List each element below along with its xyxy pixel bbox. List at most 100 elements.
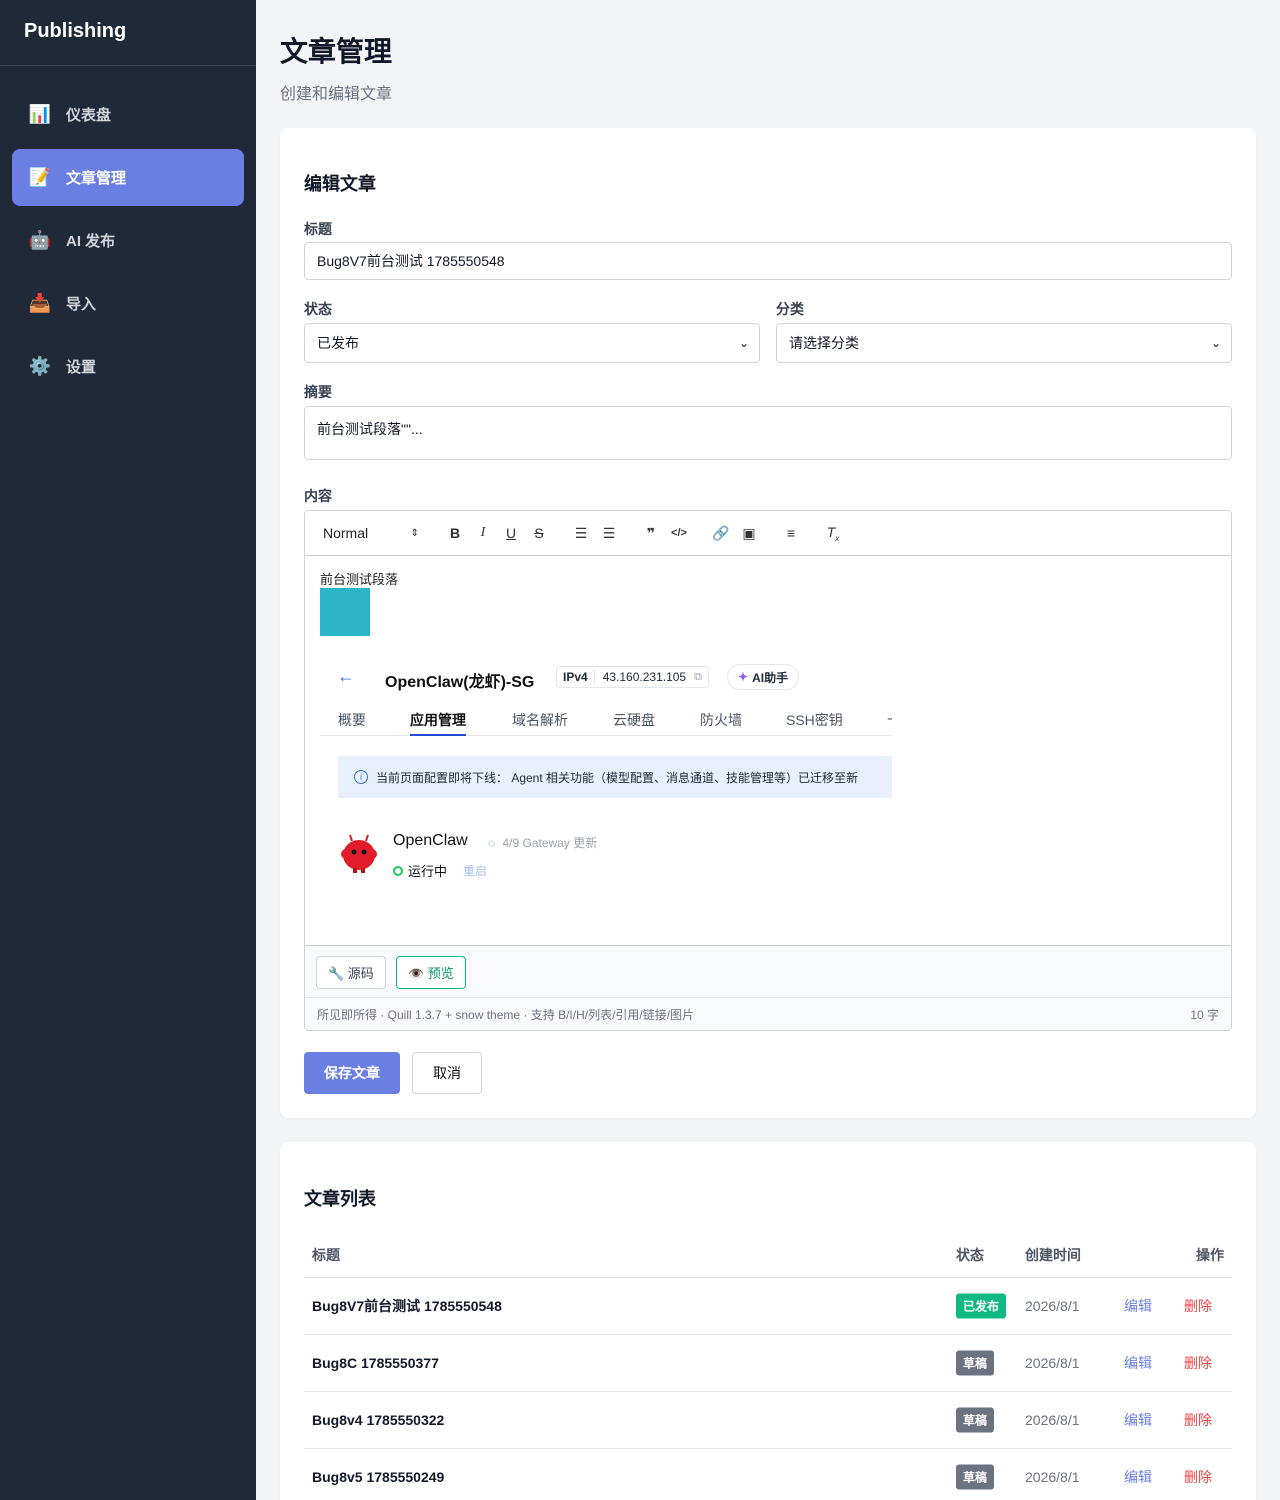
spinner-icon: ◌ xyxy=(488,836,496,850)
align-icon[interactable]: ≡ xyxy=(777,525,805,541)
update-text: 4/9 Gateway 更新 xyxy=(502,836,598,850)
row-title: Bug8v5 1785550249 xyxy=(312,1469,445,1485)
table-row: Bug8v4 1785550322 草稿 2026/8/1 编辑 删除 xyxy=(304,1392,1232,1449)
image-icon[interactable]: ▣ xyxy=(735,525,763,542)
status-badge: 草稿 xyxy=(956,1350,995,1376)
sidebar-item-label: 导入 xyxy=(66,296,97,313)
preview-button[interactable]: 👁️ 预览 xyxy=(396,956,466,989)
bold-icon[interactable]: B xyxy=(441,525,469,541)
sidebar-item-articles[interactable]: 📝 文章管理 xyxy=(12,149,244,206)
chart-icon: 📊 xyxy=(28,104,52,124)
embedded-screenshot: ← OpenClaw(龙虾)-SG IPv4 43.160.231.105 ⧉ … xyxy=(320,656,895,886)
category-select[interactable]: 请选择分类 ⌄ xyxy=(776,323,1232,363)
server-title: OpenClaw(龙虾)-SG xyxy=(385,674,535,691)
gear-icon: ⚙️ xyxy=(28,356,52,376)
edit-link[interactable]: 编辑 xyxy=(1124,1353,1152,1373)
code-icon[interactable]: </> xyxy=(665,527,693,539)
editor-status-bar: 所见即所得 · Quill 1.3.7 + snow theme · 支持 B/… xyxy=(305,998,1231,1030)
editor-actions: 🔧 源码 👁️ 预览 xyxy=(305,946,1231,998)
row-date: 2026/8/1 xyxy=(1025,1355,1080,1371)
info-icon: i xyxy=(354,770,368,784)
sidebar-item-label: 设置 xyxy=(66,359,97,376)
gateway-update: ◌ 4/9 Gateway 更新 xyxy=(488,834,597,851)
tab-overview: 概要 xyxy=(338,712,366,728)
header-created: 创建时间 xyxy=(1025,1246,1081,1263)
tab-dns: 域名解析 xyxy=(512,712,568,728)
category-select-value: 请选择分类 xyxy=(789,335,859,351)
sparkle-icon: ✦ xyxy=(738,670,749,684)
bullet-list-icon[interactable]: ☰ xyxy=(595,525,623,542)
table-row: Bug8v5 1785550249 草稿 2026/8/1 编辑 删除 xyxy=(304,1449,1232,1500)
italic-icon[interactable]: I xyxy=(469,525,497,541)
underline-icon[interactable]: U xyxy=(497,525,525,541)
tab-app-management: 应用管理 xyxy=(410,710,466,736)
editor-content[interactable]: 前台测试段落 ← OpenClaw(龙虾)-SG IPv4 43.160.231… xyxy=(305,556,1231,946)
page-subtitle: 创建和编辑文章 xyxy=(280,86,393,103)
embedded-tabs: 概要 应用管理 域名解析 云硬盘 防火墙 SSH密钥 十 xyxy=(320,706,892,736)
row-title: Bug8V7前台测试 1785550548 xyxy=(312,1298,502,1314)
link-icon[interactable]: 🔗 xyxy=(707,525,735,542)
back-arrow-icon: ← xyxy=(337,666,355,686)
source-button[interactable]: 🔧 源码 xyxy=(316,956,386,989)
list-title: 文章列表 xyxy=(304,1189,376,1209)
delete-link[interactable]: 删除 xyxy=(1184,1353,1212,1373)
sidebar: Publishing 📊 仪表盘 📝 文章管理 🤖 AI 发布 📥 导入 ⚙️ … xyxy=(0,0,256,1500)
sidebar-item-label: 文章管理 xyxy=(66,170,127,187)
content-paragraph: 前台测试段落 xyxy=(320,572,399,587)
sidebar-item-label: AI 发布 xyxy=(66,233,116,250)
card-title: 编辑文章 xyxy=(304,174,376,194)
edit-link[interactable]: 编辑 xyxy=(1124,1467,1152,1487)
header-title: 标题 xyxy=(312,1246,340,1263)
sidebar-item-import[interactable]: 📥 导入 xyxy=(12,275,244,332)
edit-article-card: 编辑文章 标题 Bug8V7前台测试 1785550548 状态 已发布 ⌄ 分… xyxy=(280,128,1256,1118)
tab-disk: 云硬盘 xyxy=(613,712,655,728)
rich-text-editor: Normal ⇕ B I U S ☰ ☰ ❞ </> 🔗 ▣ ≡ Tx 前台测试… xyxy=(304,510,1232,1031)
category-label: 分类 xyxy=(776,301,804,317)
delete-link[interactable]: 删除 xyxy=(1184,1410,1212,1430)
sidebar-nav: 📊 仪表盘 📝 文章管理 🤖 AI 发布 📥 导入 ⚙️ 设置 xyxy=(0,66,256,421)
cancel-button[interactable]: 取消 xyxy=(412,1052,482,1094)
status-select[interactable]: 已发布 ⌄ xyxy=(304,323,760,363)
row-date: 2026/8/1 xyxy=(1025,1412,1080,1428)
status-label: 状态 xyxy=(304,301,332,317)
clear-format-icon[interactable]: Tx xyxy=(819,524,847,543)
article-table: 标题 状态 创建时间 操作 Bug8V7前台测试 1785550548 已发布 … xyxy=(304,1232,1232,1500)
status-badge: 草稿 xyxy=(956,1407,995,1433)
inbox-icon: 📥 xyxy=(28,293,52,313)
summary-label: 摘要 xyxy=(304,384,332,400)
editor-info: 所见即所得 · Quill 1.3.7 + snow theme · 支持 B/… xyxy=(317,1007,695,1022)
save-button[interactable]: 保存文章 xyxy=(304,1052,400,1094)
openclaw-mascot-icon xyxy=(341,834,377,873)
sidebar-item-dashboard[interactable]: 📊 仪表盘 xyxy=(12,86,244,143)
ip-badge: IPv4 43.160.231.105 ⧉ xyxy=(556,666,709,688)
row-date: 2026/8/1 xyxy=(1025,1469,1080,1485)
summary-textarea[interactable]: 前台测试段落""... xyxy=(304,406,1232,460)
ai-assistant-chip: ✦ AI助手 xyxy=(727,664,800,690)
title-input[interactable]: Bug8V7前台测试 1785550548 xyxy=(304,242,1232,280)
tab-more: 十 xyxy=(887,710,892,730)
status-dot-icon xyxy=(393,865,403,876)
table-header: 标题 状态 创建时间 操作 xyxy=(304,1232,1232,1278)
chevron-down-icon: ⌄ xyxy=(738,336,749,350)
edit-link[interactable]: 编辑 xyxy=(1124,1296,1152,1316)
sidebar-item-settings[interactable]: ⚙️ 设置 xyxy=(12,338,244,395)
ip-value: 43.160.231.105 xyxy=(602,670,687,684)
blockquote-icon[interactable]: ❞ xyxy=(637,525,665,542)
copy-icon: ⧉ xyxy=(694,670,702,683)
ordered-list-icon[interactable]: ☰ xyxy=(567,525,595,542)
strike-icon[interactable]: S xyxy=(525,525,553,541)
header-actions: 操作 xyxy=(1196,1246,1224,1263)
article-list-card: 文章列表 标题 状态 创建时间 操作 Bug8V7前台测试 1785550548… xyxy=(280,1142,1256,1500)
title-label: 标题 xyxy=(304,221,332,237)
word-count: 10 字 xyxy=(1190,1007,1219,1022)
editor-toolbar: Normal ⇕ B I U S ☰ ☰ ❞ </> 🔗 ▣ ≡ Tx xyxy=(305,511,1231,556)
restart-link: 重启 xyxy=(463,864,488,878)
sidebar-item-label: 仪表盘 xyxy=(66,107,112,124)
sidebar-item-ai-publish[interactable]: 🤖 AI 发布 xyxy=(12,212,244,269)
delete-link[interactable]: 删除 xyxy=(1184,1467,1212,1487)
row-title: Bug8C 1785550377 xyxy=(312,1355,439,1371)
delete-link[interactable]: 删除 xyxy=(1184,1296,1212,1316)
header-format-select[interactable]: Normal ⇕ xyxy=(323,525,419,541)
header-status: 状态 xyxy=(956,1246,984,1263)
edit-link[interactable]: 编辑 xyxy=(1124,1410,1152,1430)
